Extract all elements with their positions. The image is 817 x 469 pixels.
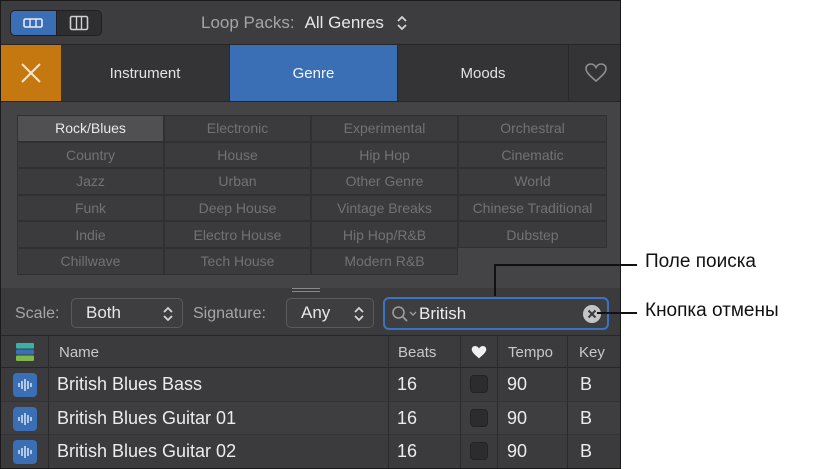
column-favorite-header[interactable] (460, 336, 497, 368)
cancel-button-callout: Кнопка отмены (645, 300, 779, 321)
row-tempo: 90 (507, 441, 528, 461)
row-tempo: 90 (507, 407, 528, 428)
keyword-button[interactable]: Electro House (164, 221, 311, 248)
loop-packs-selector[interactable]: Loop Packs: All Genres (201, 13, 408, 33)
loop-browser-header: Loop Packs: All Genres (1, 1, 620, 45)
keyword-button[interactable]: Chinese Traditional (458, 194, 607, 222)
favorite-checkbox[interactable] (470, 408, 488, 427)
chevron-updown-icon (354, 306, 364, 322)
keyword-button[interactable]: Jazz (17, 168, 164, 195)
heart-icon (471, 345, 487, 358)
column-beats-header[interactable]: Beats (388, 336, 460, 368)
audio-loop-icon (13, 406, 37, 431)
waveform-icon (18, 379, 32, 391)
search-field-callout: Поле поиска (645, 251, 757, 272)
keyword-button[interactable]: House (164, 141, 311, 169)
resize-handle[interactable] (292, 288, 320, 292)
keyword-button[interactable]: Tech House (164, 247, 311, 275)
keyword-area: Rock/Blues Electronic Experimental Orche… (1, 102, 620, 288)
scale-value: Both (86, 303, 121, 322)
table-row[interactable]: British Blues Bass 16 90 B (1, 368, 620, 402)
tab-instrument[interactable]: Instrument (61, 45, 230, 101)
keyword-button[interactable]: Chillwave (17, 247, 164, 275)
keyword-button[interactable]: Dubstep (458, 221, 607, 248)
table-row[interactable]: British Blues Guitar 01 16 90 B (1, 401, 620, 435)
keyword-button[interactable]: Other Genre (311, 168, 458, 195)
signature-label: Signature: (193, 305, 266, 322)
tab-moods[interactable]: Moods (398, 45, 569, 101)
search-cancel-button[interactable] (583, 305, 601, 323)
keyword-button[interactable]: Cinematic (458, 141, 607, 169)
results-table-header: Name Beats Tempo Key (1, 336, 620, 368)
column-tempo-header[interactable]: Tempo (497, 336, 567, 368)
waveform-icon (18, 446, 32, 458)
view-toggle (10, 10, 102, 36)
keyword-button[interactable]: Funk (17, 194, 164, 222)
keyword-button[interactable]: Country (17, 141, 164, 169)
chevron-updown-icon (163, 306, 173, 322)
column-name-header[interactable]: Name (48, 336, 388, 368)
results-table: British Blues Bass 16 90 B British Blues… (1, 368, 620, 468)
keyword-button[interactable]: World (458, 168, 607, 195)
reset-button[interactable] (1, 45, 61, 101)
table-row[interactable]: British Blues Guitar 02 16 90 B (1, 435, 620, 468)
callout-leader-line (597, 312, 637, 314)
search-icon (392, 306, 417, 322)
favorite-checkbox[interactable] (470, 375, 488, 393)
button-view-icon (23, 18, 44, 28)
filter-bar: Scale: Both Signature: Any (1, 291, 620, 336)
scale-label: Scale: (15, 305, 60, 322)
keyword-button[interactable]: Hip Hop/R&B (311, 221, 458, 248)
row-name: British Blues Guitar 02 (57, 441, 237, 461)
row-tempo: 90 (507, 374, 528, 394)
favorite-checkbox[interactable] (470, 442, 488, 460)
category-tabs: Instrument Genre Moods (1, 45, 620, 102)
signature-value: Any (301, 303, 331, 322)
keyword-grid: Rock/Blues Electronic Experimental Orche… (17, 115, 607, 275)
row-key: B (580, 407, 593, 428)
keyword-button[interactable]: Deep House (164, 194, 311, 222)
row-beats: 16 (397, 407, 418, 428)
search-field[interactable] (383, 297, 609, 330)
loop-packs-label: Loop Packs: (201, 13, 295, 32)
keyword-button[interactable]: Hip Hop (311, 141, 458, 169)
column-view-button[interactable] (55, 11, 101, 35)
row-beats: 16 (397, 374, 418, 394)
waveform-icon (18, 412, 32, 425)
loop-type-icon (15, 343, 34, 361)
callout-leader-line (494, 264, 496, 296)
tab-genre[interactable]: Genre (230, 45, 398, 101)
signature-select[interactable]: Any (286, 298, 374, 328)
chevron-updown-icon (397, 15, 407, 31)
button-view-button[interactable] (11, 11, 56, 35)
row-key: B (580, 441, 593, 461)
column-key-header[interactable]: Key (567, 336, 620, 368)
favorites-tab[interactable] (569, 45, 620, 101)
keyword-button[interactable]: Orchestral (458, 115, 607, 142)
column-view-icon (69, 15, 89, 31)
keyword-button[interactable]: Urban (164, 168, 311, 195)
keyword-button[interactable]: Vintage Breaks (311, 194, 458, 222)
row-name: British Blues Guitar 01 (57, 407, 237, 428)
row-beats: 16 (397, 441, 418, 461)
loop-packs-value: All Genres (304, 13, 384, 32)
close-icon (21, 63, 41, 83)
keyword-button[interactable]: Modern R&B (311, 247, 458, 275)
audio-loop-icon (13, 373, 37, 397)
column-type-header[interactable] (1, 336, 48, 368)
row-name: British Blues Bass (57, 374, 203, 394)
keyword-button[interactable]: Experimental (311, 115, 458, 142)
loop-browser-panel: Loop Packs: All Genres Instrument Genre … (0, 0, 621, 469)
row-key: B (580, 374, 593, 394)
heart-icon (584, 63, 607, 83)
audio-loop-icon (13, 440, 37, 464)
callout-leader-line (494, 264, 637, 266)
close-icon (587, 309, 597, 319)
keyword-button[interactable]: Rock/Blues (17, 115, 164, 142)
keyword-button[interactable]: Electronic (164, 115, 311, 142)
keyword-button[interactable]: Indie (17, 221, 164, 248)
search-input[interactable] (419, 303, 569, 325)
scale-select[interactable]: Both (71, 298, 183, 328)
